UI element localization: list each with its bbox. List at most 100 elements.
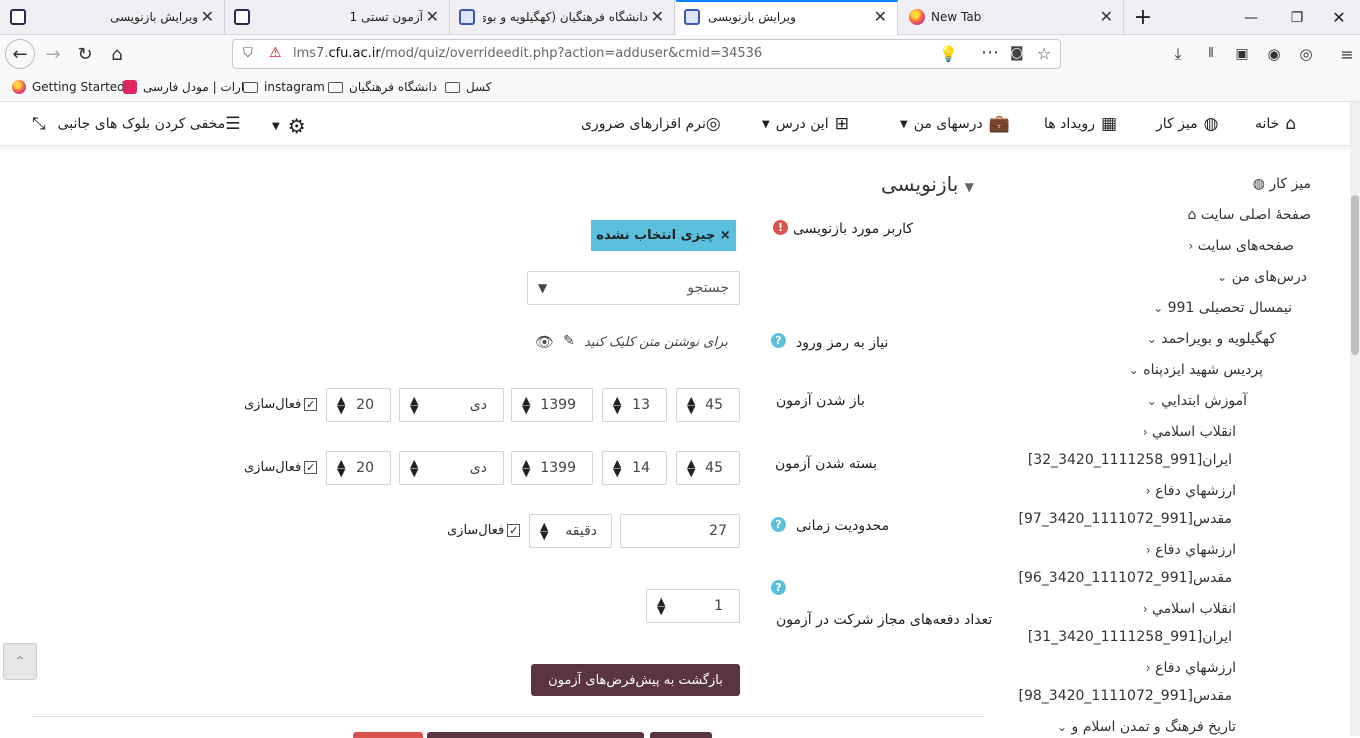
sidebar-course-4-code[interactable]: ایران[991_1111258_3420_31] bbox=[1028, 629, 1232, 645]
downloads-icon[interactable]: ⤓ bbox=[1163, 39, 1193, 69]
close-window-button[interactable]: ✕ bbox=[1316, 0, 1360, 35]
nav-software[interactable]: نرم افزارهای ضروری ◎ bbox=[581, 114, 721, 134]
open-year-select[interactable]: ▲ ▼ 1399 bbox=[511, 388, 593, 422]
eye-icon[interactable]: 👁 bbox=[535, 333, 554, 351]
cancel-button[interactable] bbox=[353, 732, 423, 738]
extension-icon[interactable]: ◎ bbox=[1291, 39, 1321, 69]
open-month-select[interactable]: ▲ ▼ دی bbox=[399, 388, 504, 422]
address-bar[interactable]: ⛉ ⚠ lms7.cfu.ac.ir/mod/quiz/overrideedit… bbox=[232, 39, 1061, 69]
section-title[interactable]: ▼ بازنویسی bbox=[881, 172, 974, 196]
sidebar-course-4[interactable]: انقلاب اسلامي ‹ bbox=[1143, 601, 1236, 617]
sidebar-item-site-home[interactable]: صفحهٔ اصلی سایت ⌂ bbox=[1188, 207, 1311, 223]
pencil-icon[interactable]: ✎ bbox=[563, 333, 575, 349]
close-enable-checkbox[interactable]: ✓ فعال‌سازی bbox=[244, 460, 318, 475]
url-text[interactable]: lms7.cfu.ac.ir/mod/quiz/overrideedit.php… bbox=[293, 46, 762, 61]
help-icon[interactable]: ? bbox=[771, 333, 786, 348]
close-day-select[interactable]: ▲ ▼ 14 bbox=[602, 451, 667, 485]
sidebar-item-site-pages[interactable]: صفحه‌های سایت ‹ bbox=[1189, 238, 1294, 254]
scrollbar-thumb[interactable] bbox=[1351, 195, 1359, 355]
close-month-select[interactable]: ▲ ▼ دی bbox=[399, 451, 504, 485]
tab-edit-override-active[interactable]: ویرایش بازنویسی ✕ bbox=[676, 0, 898, 35]
help-icon[interactable]: ? bbox=[771, 580, 786, 595]
chevron-up-icon: ⌃ bbox=[14, 653, 26, 670]
sidebar-course-6[interactable]: تاریخ فرهنگ و تمدن اسلام و ⌄ bbox=[1057, 719, 1236, 735]
back-arrow-icon[interactable]: ← bbox=[5, 39, 35, 69]
page-actions-icon[interactable]: ⋯ bbox=[981, 42, 999, 63]
open-day-select[interactable]: ▲ ▼ 13 bbox=[602, 388, 667, 422]
shield-icon[interactable]: ⛉ bbox=[243, 46, 253, 61]
sidebar-course-1-code[interactable]: ایران[991_1111258_3420_32] bbox=[1028, 452, 1232, 468]
close-hour-select[interactable]: ▲ ▼ 20 bbox=[326, 451, 391, 485]
bookmark-kasel[interactable]: کسل bbox=[445, 80, 492, 94]
bookmark-instagram[interactable]: instagram bbox=[243, 80, 325, 94]
checkbox-checked-icon[interactable]: ✓ bbox=[304, 461, 318, 474]
revert-to-defaults-button[interactable]: بازگشت به پیش‌فرض‌های آزمون bbox=[531, 664, 740, 696]
sidebar-course-2[interactable]: ارزشهاي دفاع ‹ bbox=[1146, 483, 1236, 499]
nav-dashboard[interactable]: میز کار ◍ bbox=[1156, 114, 1218, 134]
sidebar-course-1[interactable]: انقلاب اسلامي ‹ bbox=[1143, 424, 1236, 440]
minimize-window-button[interactable]: — bbox=[1228, 0, 1274, 35]
open-enable-checkbox[interactable]: ✓ فعال‌سازی bbox=[244, 397, 318, 412]
close-tab-icon[interactable]: ✕ bbox=[201, 9, 214, 25]
sidebar-course-5-code[interactable]: مقدس[991_1111072_3420_98] bbox=[1018, 688, 1232, 704]
tab-edit-override-1[interactable]: ویرایش بازنویسی ✕ bbox=[0, 0, 225, 35]
checkbox-checked-icon[interactable]: ✓ bbox=[304, 398, 318, 411]
sidebar-course-3[interactable]: ارزشهاي دفاع ‹ bbox=[1146, 542, 1236, 558]
sidebar-item-my-courses[interactable]: درس‌های من ⌄ bbox=[1217, 269, 1307, 285]
bookmark-getting-started[interactable]: Getting Started bbox=[12, 80, 125, 94]
nav-home[interactable]: خانه ⌂ bbox=[1255, 114, 1296, 134]
close-tab-icon[interactable]: ✕ bbox=[651, 9, 664, 25]
settings-menu[interactable]: ▼ ⚙ bbox=[272, 114, 306, 138]
sidebar-course-5[interactable]: ارزشهاي دفاع ‹ bbox=[1146, 660, 1236, 676]
timelimit-input[interactable]: 27 bbox=[620, 514, 740, 548]
close-year-select[interactable]: ▲ ▼ 1399 bbox=[511, 451, 593, 485]
bookmark-farhangian[interactable]: دانشگاه فرهنگیان bbox=[328, 80, 437, 94]
bookmark-moodle-farsi[interactable]: ارات | مودل فارسی bbox=[123, 80, 244, 94]
close-tab-icon[interactable]: ✕ bbox=[426, 9, 439, 25]
nav-my-courses[interactable]: ▼ درسهای من 💼 bbox=[900, 114, 1010, 134]
reload-icon[interactable]: ↻ bbox=[70, 39, 100, 69]
pocket-icon[interactable]: ◙ bbox=[1010, 45, 1024, 61]
home-icon[interactable]: ⌂ bbox=[102, 39, 132, 69]
no-selection-badge[interactable]: × چیزی انتخاب نشده bbox=[591, 220, 736, 251]
new-tab-plus-icon[interactable]: + bbox=[1120, 0, 1166, 35]
insecure-lock-icon[interactable]: ⚠ bbox=[269, 45, 282, 61]
nav-events[interactable]: رویداد ها ▦ bbox=[1044, 114, 1117, 134]
user-search-input[interactable]: جستجو ▼ bbox=[527, 271, 740, 305]
help-icon[interactable]: ? bbox=[771, 517, 786, 532]
hide-blocks-button[interactable]: ⤡ مخفی کردن بلوک های جانبی ☰ bbox=[32, 114, 240, 134]
close-tab-icon[interactable]: ✕ bbox=[1100, 9, 1113, 25]
open-hour-select[interactable]: ▲ ▼ 20 bbox=[326, 388, 391, 422]
sidebar-item-campus[interactable]: پردیس شهید ایزدپناه ⌄ bbox=[1129, 362, 1263, 378]
checkbox-checked-icon[interactable]: ✓ bbox=[507, 524, 521, 537]
gear-icon: ⚙ bbox=[287, 114, 306, 138]
back-to-top-button[interactable]: ⌃ bbox=[3, 643, 37, 680]
open-minute-select[interactable]: ▲ ▼ 45 bbox=[676, 388, 740, 422]
account-icon[interactable]: ◉ bbox=[1259, 39, 1289, 69]
sidebar-item-dashboard[interactable]: میز کار ◍ bbox=[1253, 176, 1311, 192]
tab-quiz-test[interactable]: آزمون تستی 1 ✕ bbox=[226, 0, 450, 35]
library-icon[interactable]: 𝍪 bbox=[1196, 39, 1226, 69]
password-field[interactable]: برای نوشتن متن کلیک کنید bbox=[584, 335, 728, 350]
timelimit-unit-select[interactable]: ▲ ▼ دقیقه bbox=[529, 514, 612, 548]
sidebar-course-2-code[interactable]: مقدس[991_1111072_3420_97] bbox=[1018, 511, 1232, 527]
save-and-enter-another-button[interactable] bbox=[427, 732, 644, 738]
tab-new-tab[interactable]: New Tab ✕ bbox=[899, 0, 1124, 35]
tab-farhangian[interactable]: دانشگاه فرهنگیان (کهگیلویه و بوی ✕ bbox=[451, 0, 675, 35]
close-minute-select[interactable]: ▲ ▼ 45 bbox=[676, 451, 740, 485]
menu-icon[interactable]: ≡ bbox=[1332, 39, 1360, 69]
close-tab-icon[interactable]: ✕ bbox=[874, 9, 887, 25]
sidebar-item-department[interactable]: آموزش ابتدایي ⌄ bbox=[1147, 393, 1247, 409]
lightbulb-icon[interactable]: 💡 bbox=[939, 45, 958, 63]
nav-this-course[interactable]: ▼ این درس ⊞ bbox=[762, 114, 849, 134]
sidebar-item-semester[interactable]: نیمسال تحصیلی 991 ⌄ bbox=[1153, 300, 1292, 316]
attempts-select[interactable]: ▲ ▼ 1 bbox=[646, 589, 740, 623]
timelimit-enable-checkbox[interactable]: ✓ فعال‌سازی bbox=[447, 523, 521, 538]
restore-window-button[interactable]: ❐ bbox=[1274, 0, 1320, 35]
sidebar-toggle-icon[interactable]: ▣ bbox=[1227, 39, 1257, 69]
forward-arrow-icon[interactable]: → bbox=[38, 39, 68, 69]
bookmark-star-icon[interactable]: ☆ bbox=[1037, 44, 1051, 63]
save-button[interactable] bbox=[650, 732, 712, 738]
sidebar-item-province[interactable]: کهگیلویه و بویراحمد ⌄ bbox=[1147, 331, 1276, 347]
sidebar-course-3-code[interactable]: مقدس[991_1111072_3420_96] bbox=[1018, 570, 1232, 586]
